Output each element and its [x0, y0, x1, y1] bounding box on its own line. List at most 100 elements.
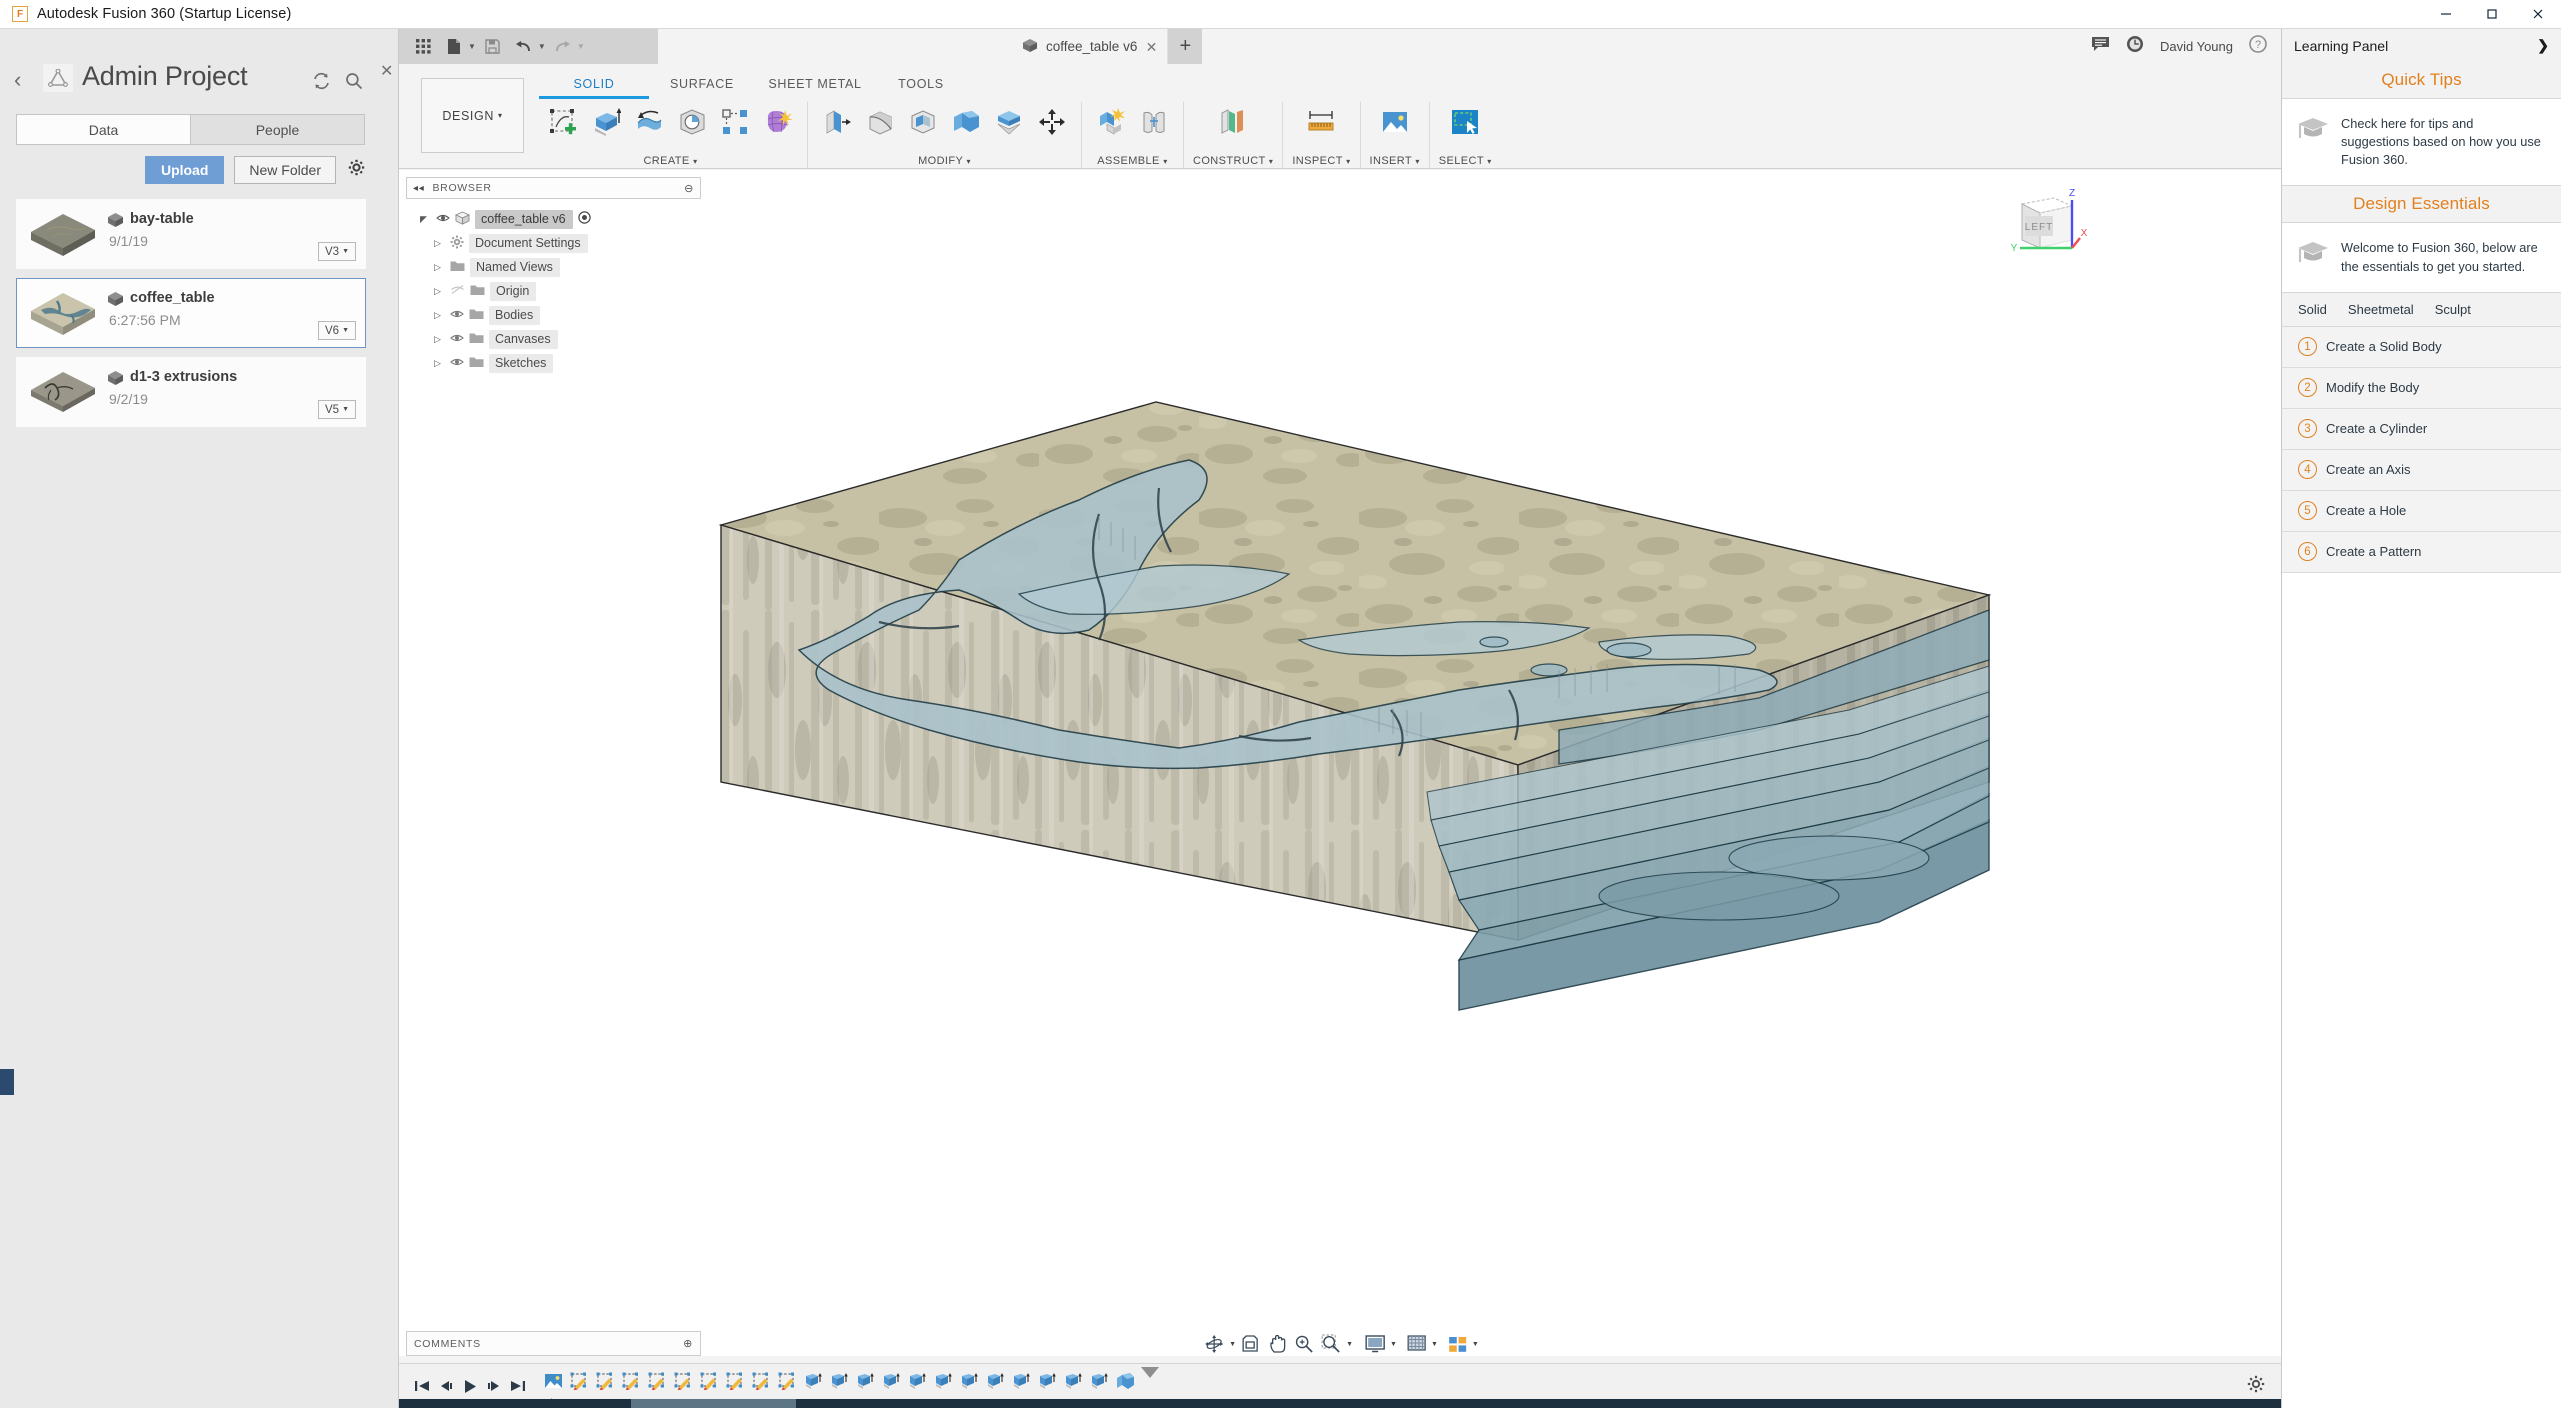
tab-solid[interactable]: Solid — [2298, 302, 2327, 317]
version-selector[interactable]: V6 ▼ — [318, 321, 356, 340]
timeline-feature-sketch[interactable] — [723, 1367, 748, 1394]
timeline-feature-extrude[interactable] — [957, 1367, 982, 1394]
learning-step[interactable]: 1 Create a Solid Body — [2282, 326, 2561, 368]
skip-to-end-icon[interactable] — [507, 1374, 529, 1398]
ribbon-group-label-construct[interactable]: CONSTRUCT ▾ — [1193, 155, 1273, 169]
view-cube[interactable]: LEFT Z Y X — [1998, 178, 2088, 268]
timeline-feature-extrude[interactable] — [1061, 1367, 1086, 1394]
select-icon[interactable] — [1445, 102, 1485, 142]
joint-icon[interactable] — [1134, 102, 1174, 142]
revolve-icon[interactable] — [629, 102, 669, 142]
tree-node-root[interactable]: ◤ coffee_table v6 — [410, 207, 701, 231]
chevron-down-icon[interactable]: ▼ — [538, 42, 546, 51]
tree-node-sketches[interactable]: ▷ Sketches — [410, 351, 701, 375]
tree-node-named-views[interactable]: ▷ Named Views — [410, 255, 701, 279]
eye-icon[interactable] — [436, 212, 450, 226]
tab-surface[interactable]: SURFACE — [649, 74, 755, 99]
expand-triangle-icon[interactable]: ◤ — [420, 214, 431, 225]
list-item[interactable]: coffee_table 6:27:56 PM V6 ▼ — [16, 278, 366, 348]
tab-people[interactable]: People — [190, 114, 365, 145]
app-grid-icon[interactable] — [409, 33, 437, 61]
measure-icon[interactable] — [1301, 102, 1341, 142]
panel-close-icon[interactable]: ✕ — [380, 61, 393, 81]
refresh-icon[interactable] — [312, 72, 331, 95]
timeline-feature-extrude[interactable] — [905, 1367, 930, 1394]
chevron-down-icon[interactable]: ▼ — [1472, 1341, 1479, 1348]
timeline-feature-sketch[interactable] — [645, 1367, 670, 1394]
version-selector[interactable]: V5 ▼ — [318, 400, 356, 419]
zoom-window-icon[interactable] — [1318, 1332, 1344, 1356]
new-folder-button[interactable]: New Folder — [234, 156, 336, 184]
move-copy-icon[interactable] — [1032, 102, 1072, 142]
activate-component-icon[interactable] — [577, 211, 591, 227]
learning-step[interactable]: 6 Create a Pattern — [2282, 531, 2561, 573]
timeline-feature-sketch[interactable] — [749, 1367, 774, 1394]
form-sculpt-icon[interactable] — [758, 102, 798, 142]
timeline-feature-sketch[interactable] — [671, 1367, 696, 1394]
ribbon-group-label-insert[interactable]: INSERT ▾ — [1370, 155, 1420, 169]
document-tab[interactable]: coffee_table v6 ✕ — [1008, 29, 1169, 64]
minimize-button[interactable] — [2423, 0, 2469, 29]
gear-icon[interactable] — [348, 159, 365, 181]
timeline-feature-extrude[interactable] — [1087, 1367, 1112, 1394]
skip-to-start-icon[interactable] — [411, 1374, 433, 1398]
ribbon-group-label-inspect[interactable]: INSPECT ▾ — [1292, 155, 1350, 169]
tab-solid[interactable]: SOLID — [539, 74, 649, 99]
undo-icon[interactable] — [510, 33, 538, 61]
save-icon[interactable] — [479, 33, 507, 61]
comments-panel[interactable]: COMMENTS ⊕ — [406, 1331, 701, 1356]
search-icon[interactable] — [345, 72, 363, 95]
timeline-feature-sketch[interactable] — [697, 1367, 722, 1394]
expand-triangle-icon[interactable]: ▷ — [434, 358, 445, 369]
ribbon-group-label-modify[interactable]: MODIFY ▾ — [918, 155, 971, 169]
tab-sculpt[interactable]: Sculpt — [2435, 302, 2471, 317]
chevron-down-icon[interactable]: ▼ — [1229, 1341, 1236, 1348]
ribbon-group-label-select[interactable]: SELECT ▾ — [1439, 155, 1492, 169]
timeline-feature-combine[interactable] — [1113, 1367, 1138, 1394]
browser-settings-icon[interactable]: ⊖ — [684, 182, 694, 195]
tab-data[interactable]: Data — [16, 114, 190, 145]
timeline-feature-canvas[interactable] — [541, 1367, 566, 1394]
tab-sheet-metal[interactable]: SHEET METAL — [755, 74, 875, 99]
pattern-icon[interactable] — [715, 102, 755, 142]
scrollbar-thumb[interactable] — [631, 1399, 796, 1408]
orbit-icon[interactable] — [1201, 1332, 1227, 1356]
eye-icon[interactable] — [450, 308, 464, 322]
new-component-icon[interactable] — [1091, 102, 1131, 142]
eye-icon[interactable] — [450, 332, 464, 346]
grid-snap-icon[interactable] — [1404, 1332, 1429, 1356]
pan-icon[interactable] — [1264, 1332, 1290, 1356]
job-status-icon[interactable] — [2126, 35, 2144, 58]
comment-icon[interactable] — [2091, 36, 2110, 57]
timeline-feature-sketch[interactable] — [619, 1367, 644, 1394]
timeline-feature-sketch[interactable] — [567, 1367, 592, 1394]
tree-node-origin[interactable]: ▷ Origin — [410, 279, 701, 303]
collapse-icon[interactable]: ◂◂ — [413, 183, 424, 194]
ribbon-group-label-assemble[interactable]: ASSEMBLE ▾ — [1097, 155, 1167, 169]
timeline-feature-extrude[interactable] — [983, 1367, 1008, 1394]
version-selector[interactable]: V3 ▼ — [318, 242, 356, 261]
chevron-down-icon[interactable]: ▼ — [1346, 1341, 1353, 1348]
expand-triangle-icon[interactable]: ▷ — [434, 334, 445, 345]
insert-canvas-icon[interactable] — [1375, 102, 1415, 142]
maximize-button[interactable] — [2469, 0, 2515, 29]
chevron-down-icon[interactable]: ▼ — [1431, 1341, 1438, 1348]
look-at-icon[interactable] — [1237, 1332, 1263, 1356]
step-forward-icon[interactable] — [483, 1374, 505, 1398]
step-back-icon[interactable] — [435, 1374, 457, 1398]
close-button[interactable] — [2515, 0, 2561, 29]
workspace-switcher[interactable]: DESIGN ▾ — [421, 78, 524, 153]
zoom-icon[interactable] — [1291, 1332, 1317, 1356]
timeline-feature-sketch[interactable] — [775, 1367, 800, 1394]
timeline-playhead-marker[interactable] — [1141, 1367, 1159, 1378]
upload-button[interactable]: Upload — [144, 156, 225, 184]
fillet-icon[interactable] — [860, 102, 900, 142]
help-icon[interactable]: ? — [2249, 35, 2267, 58]
new-file-icon[interactable] — [440, 33, 468, 61]
list-item[interactable]: bay-table 9/1/19 V3 ▼ — [16, 199, 366, 269]
timeline-feature-extrude[interactable] — [853, 1367, 878, 1394]
extrude-icon[interactable] — [586, 102, 626, 142]
back-button[interactable]: ‹ — [14, 69, 21, 91]
timeline-feature-extrude[interactable] — [1035, 1367, 1060, 1394]
learning-step[interactable]: 2 Modify the Body — [2282, 367, 2561, 409]
